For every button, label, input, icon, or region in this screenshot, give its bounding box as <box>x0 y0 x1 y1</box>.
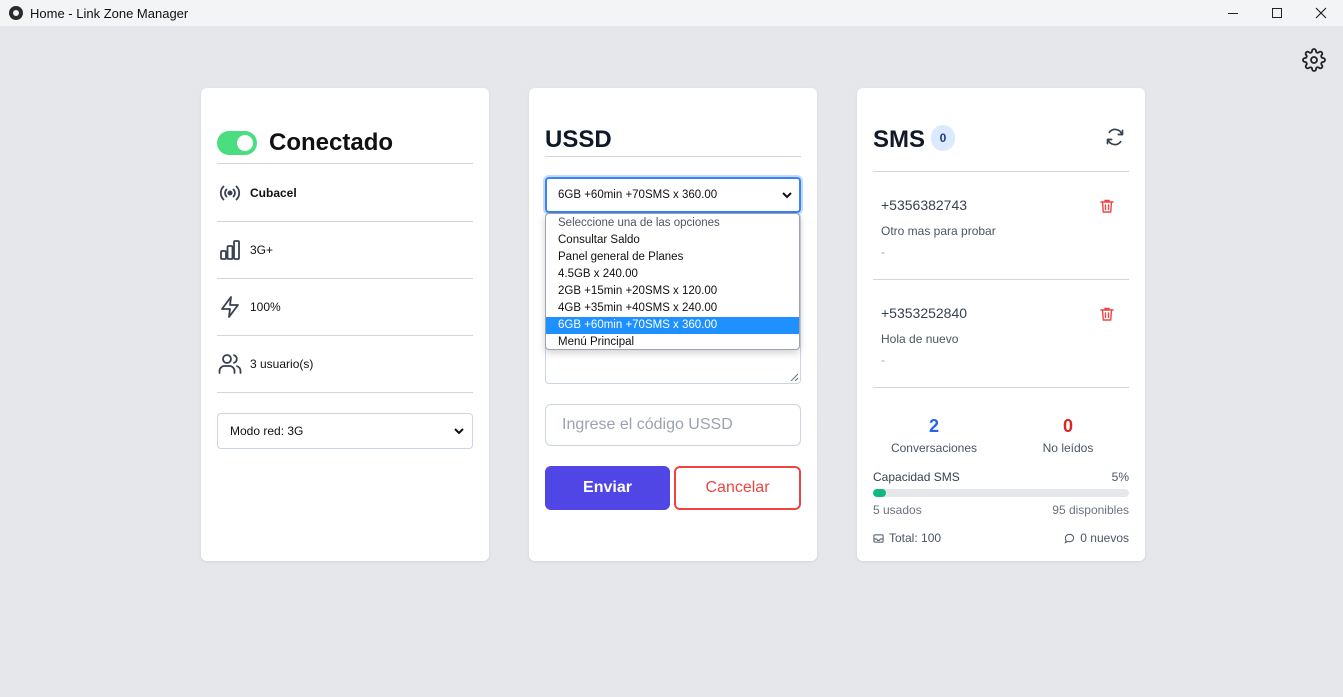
battery-row: 100% <box>217 279 473 336</box>
sms-count-badge: 0 <box>931 125 955 151</box>
users-icon <box>218 354 242 374</box>
dropdown-option-selected[interactable]: 6GB +60min +70SMS x 360.00 <box>546 317 799 334</box>
refresh-icon[interactable] <box>1105 127 1125 147</box>
minimize-button[interactable] <box>1210 0 1256 26</box>
connection-header: Conectado <box>217 126 473 164</box>
users-row: 3 usuario(s) <box>217 336 473 393</box>
unread-count: 0 <box>1062 416 1073 436</box>
network-mode-value: Modo red: 3G <box>230 424 304 438</box>
sms-capacity-fill <box>873 489 886 497</box>
conversations-stat: 2 Conversaciones <box>870 416 998 455</box>
sms-title: SMS <box>873 126 926 153</box>
maximize-button[interactable] <box>1254 0 1300 26</box>
window-titlebar: Home - Link Zone Manager <box>0 0 1343 26</box>
sms-message-item[interactable]: +5353252840 Hola de nuevo - <box>873 280 1129 388</box>
chevron-down-icon <box>782 192 792 199</box>
sms-sender-number: +5356382743 <box>881 197 968 213</box>
sms-capacity-bar <box>873 489 1129 497</box>
sms-message-text: Otro mas para probar <box>881 224 996 238</box>
sms-capacity-percent: 5% <box>1111 470 1129 484</box>
trash-icon[interactable] <box>1099 198 1115 214</box>
app-logo-icon <box>9 6 23 20</box>
connection-status-card: Conectado Cubacel 3G+ 100% 3 usuario(s) … <box>201 88 489 561</box>
sms-available: 95 disponibles <box>1052 503 1129 517</box>
chat-bubble-icon <box>1064 533 1075 544</box>
network-type: 3G+ <box>250 243 274 257</box>
sms-card: SMS 0 +5356382743 Otro mas para probar -… <box>857 88 1145 561</box>
close-button[interactable] <box>1298 0 1343 26</box>
ussd-options-dropdown: Seleccione una de las opciones Consultar… <box>545 213 800 350</box>
sms-header: SMS 0 <box>873 124 1129 172</box>
chevron-down-icon <box>454 428 464 435</box>
network-mode-select[interactable]: Modo red: 3G <box>217 413 473 449</box>
ussd-selected-value: 6GB +60min +70SMS x 360.00 <box>558 189 718 201</box>
unread-stat: 0 No leídos <box>1004 416 1132 455</box>
inbox-icon <box>873 533 884 543</box>
connection-title: Conectado <box>269 128 394 156</box>
dropdown-option[interactable]: 2GB +15min +20SMS x 120.00 <box>546 283 799 300</box>
sms-sender-number: +5353252840 <box>881 305 968 321</box>
ussd-code-input[interactable]: Ingrese el código USSD <box>545 404 801 446</box>
network-type-row: 3G+ <box>217 222 473 279</box>
operator-name: Cubacel <box>250 186 297 200</box>
conversations-label: Conversaciones <box>890 441 978 455</box>
sms-message-date: - <box>881 245 885 259</box>
lightning-bolt-icon <box>221 296 239 318</box>
sms-message-item[interactable]: +5356382743 Otro mas para probar - <box>873 172 1129 280</box>
battery-level: 100% <box>250 300 281 314</box>
operator-row: Cubacel <box>217 165 473 222</box>
send-button[interactable]: Enviar <box>545 466 670 510</box>
dropdown-option[interactable]: 4GB +35min +40SMS x 240.00 <box>546 300 799 317</box>
sms-total: Total: 100 <box>873 531 941 545</box>
dropdown-option[interactable]: Consultar Saldo <box>546 232 799 249</box>
dropdown-option[interactable]: Panel general de Planes <box>546 249 799 266</box>
sms-new-text: 0 nuevos <box>1080 531 1129 545</box>
signal-broadcast-icon <box>219 185 241 201</box>
sms-new: 0 nuevos <box>1064 531 1129 545</box>
sms-message-text: Hola de nuevo <box>881 332 959 346</box>
window-title: Home - Link Zone Manager <box>30 5 189 21</box>
sms-message-date: - <box>881 353 885 367</box>
conversations-count: 2 <box>928 416 939 436</box>
dropdown-option[interactable]: Menú Principal <box>546 334 799 349</box>
sms-total-text: Total: 100 <box>889 531 942 545</box>
resize-handle-icon[interactable] <box>790 373 798 381</box>
connected-users: 3 usuario(s) <box>250 357 314 371</box>
sms-used: 5 usados <box>873 503 922 517</box>
signal-bars-icon <box>220 240 240 260</box>
ussd-title: USSD <box>545 126 801 157</box>
sms-capacity-label: Capacidad SMS <box>873 470 960 484</box>
cancel-button[interactable]: Cancelar <box>674 466 801 510</box>
trash-icon[interactable] <box>1099 306 1115 322</box>
unread-label: No leídos <box>1042 441 1094 455</box>
dropdown-option[interactable]: Seleccione una de las opciones <box>546 215 799 232</box>
ussd-options-select[interactable]: 6GB +60min +70SMS x 360.00 <box>545 177 801 213</box>
settings-gear-icon[interactable] <box>1302 48 1326 72</box>
close-icon <box>1315 7 1327 19</box>
dropdown-option[interactable]: 4.5GB x 240.00 <box>546 266 799 283</box>
connection-toggle[interactable] <box>217 130 257 155</box>
